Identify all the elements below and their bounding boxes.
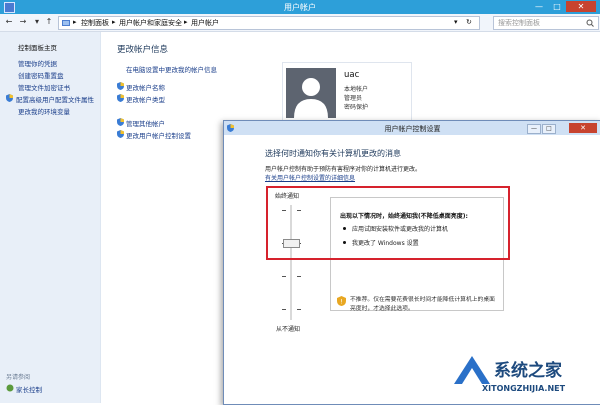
breadcrumb-separator: ▸ — [73, 18, 77, 26]
control-panel-folder-icon — [62, 20, 70, 26]
sidebar-item-password-reset-disk[interactable]: 创建密码重置盘 — [18, 70, 64, 80]
recent-dropdown-icon[interactable]: ▾ — [32, 17, 42, 27]
dialog-maximize-button[interactable]: □ — [542, 124, 556, 134]
sidebar-item-file-encryption-certs[interactable]: 管理文件加密证书 — [18, 82, 70, 92]
watermark-brand: 系统之家 — [494, 361, 562, 381]
sidebar-item-family-safety[interactable]: 家长控制 — [16, 384, 42, 394]
link-change-account-in-pc-settings[interactable]: 在电脑设置中更改我的帐户信息 — [126, 64, 217, 74]
breadcrumb-control-panel[interactable]: 控制面板 — [81, 18, 109, 28]
sidebar-item-environment-variables[interactable]: 更改我的环境变量 — [18, 106, 70, 116]
dialog-description: 用户帐户控制有助于预防有害程序对你的计算机进行更改。 — [265, 166, 422, 173]
window-title: 用户帐户 — [284, 3, 316, 12]
dialog-heading: 选择何时通知你有关计算机更改的消息 — [265, 149, 401, 158]
shield-icon — [117, 82, 124, 90]
see-also-heading: 另请参阅 — [6, 374, 31, 381]
user-name: uac — [344, 70, 360, 80]
forward-arrow-icon[interactable]: → — [18, 17, 28, 27]
dialog-minimize-button[interactable]: — — [527, 124, 541, 134]
warning-shield-icon: ! — [337, 296, 346, 306]
breadcrumb-separator: ▸ — [112, 18, 116, 26]
close-button[interactable]: ✕ — [566, 1, 596, 12]
user-password-status: 密码保护 — [344, 104, 369, 111]
address-bar[interactable]: ▸ 控制面板 ▸ 用户帐户和家庭安全 ▸ 用户帐户 ▾ ↻ — [58, 16, 480, 30]
slider-tick — [297, 276, 301, 277]
search-icon[interactable] — [586, 19, 594, 27]
user-account-type: 本地帐户 — [344, 86, 369, 93]
shield-icon — [117, 130, 124, 138]
window-titlebar: 用户帐户 — □ ✕ — [0, 0, 600, 14]
search-input[interactable]: 搜索控制面板 — [493, 16, 599, 30]
up-arrow-icon[interactable]: ↑ — [44, 17, 54, 27]
address-dropdown-icon[interactable]: ▾ — [454, 18, 458, 26]
sidebar: 控制面板主页 管理你的凭据 创建密码重置盘 管理文件加密证书 配置高级用户配置文… — [0, 32, 101, 403]
maximize-button[interactable]: □ — [548, 1, 566, 12]
shield-icon — [6, 94, 13, 102]
refresh-icon[interactable]: ↻ — [466, 18, 472, 26]
link-change-uac-settings[interactable]: 更改用户帐户控制设置 — [126, 130, 191, 140]
sidebar-item-manage-credentials[interactable]: 管理你的凭据 — [18, 58, 57, 68]
link-change-account-name[interactable]: 更改帐户名称 — [126, 82, 165, 92]
sidebar-item-control-panel-home[interactable]: 控制面板主页 — [18, 42, 57, 52]
breadcrumb-user-accounts-family[interactable]: 用户帐户和家庭安全 — [119, 18, 182, 28]
highlight-annotation-box — [266, 186, 510, 260]
link-manage-other-accounts[interactable]: 管理其他帐户 — [126, 118, 165, 128]
minimize-button[interactable]: — — [530, 1, 548, 12]
slider-tick — [282, 276, 286, 277]
link-change-account-type[interactable]: 更改帐户类型 — [126, 94, 165, 104]
slider-label-never-notify: 从不通知 — [276, 326, 301, 333]
page-title: 更改帐户信息 — [117, 45, 169, 55]
family-safety-icon — [6, 384, 14, 392]
shield-icon — [117, 118, 124, 126]
back-arrow-icon[interactable]: ← — [4, 17, 14, 27]
breadcrumb-separator: ▸ — [184, 18, 188, 26]
shield-icon — [117, 94, 124, 102]
sidebar-item-advanced-profile[interactable]: 配置高级用户配置文件属性 — [16, 94, 94, 104]
link-uac-more-info[interactable]: 有关用户帐户控制设置的详细信息 — [265, 173, 355, 182]
dialog-close-button[interactable]: ✕ — [569, 123, 597, 133]
watermark-url: XITONGZHIJIA.NET — [482, 384, 566, 393]
search-placeholder: 搜索控制面板 — [498, 19, 540, 27]
user-role: 管理员 — [344, 95, 363, 102]
address-row: ← → ▾ ↑ ▸ 控制面板 ▸ 用户帐户和家庭安全 ▸ 用户帐户 ▾ ↻ 搜索… — [0, 14, 600, 32]
warning-text: 不推荐。仅在需要花费很长时间才能降低计算机上的桌面亮度时，才选择此选项。 — [350, 297, 495, 312]
svg-text:!: ! — [340, 299, 342, 306]
avatar — [286, 68, 336, 118]
slider-tick — [282, 309, 286, 310]
breadcrumb-user-accounts[interactable]: 用户帐户 — [191, 18, 219, 28]
dialog-titlebar: 用户帐户控制设置 — □ ✕ — [224, 121, 600, 135]
user-silhouette-icon — [294, 78, 328, 118]
slider-tick — [297, 309, 301, 310]
watermark-logo-icon — [454, 356, 490, 384]
